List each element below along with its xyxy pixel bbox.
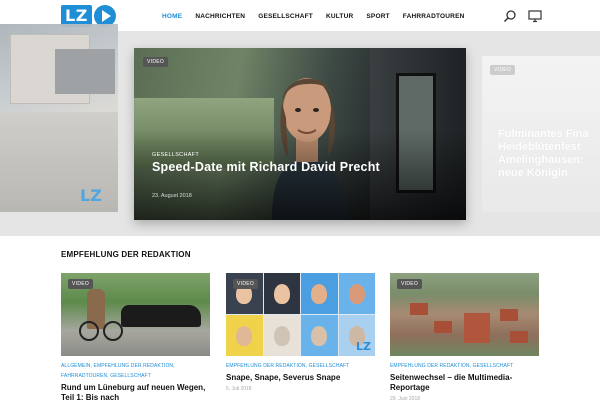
search-icon[interactable] [503, 9, 517, 23]
video-badge: VIDEO [68, 279, 94, 289]
category-link[interactable]: EMPFEHLUNG DER REDAKTION [226, 363, 306, 369]
card-categories: EMPFEHLUNG DER REDAKTION, GESELLSCHAFT [226, 363, 350, 369]
slide-title-line: Amelinghausen: [498, 154, 584, 166]
card-image[interactable]: VIDEO [61, 273, 210, 356]
lz-watermark: LZ [356, 340, 371, 353]
nav-item-fahrradtouren[interactable]: FAHRRADTOUREN [403, 13, 465, 20]
image-wheel [103, 321, 123, 341]
lz-watermark: LZ [80, 186, 102, 205]
image-church [464, 313, 490, 343]
section-title: EMPFEHLUNG DER REDAKTION [61, 250, 191, 259]
image-wheel [79, 321, 99, 341]
video-badge: VIDEO [397, 279, 423, 289]
main-nav: HOME NACHRICHTEN GESELLSCHAFT KULTUR SPO… [162, 0, 465, 32]
article-card[interactable]: VIDEO EMPFEHLUNG DER REDAKTION, GESELLSC… [390, 273, 539, 402]
hero-slide-previous[interactable]: LZ [0, 24, 118, 212]
nav-item-sport[interactable]: SPORT [366, 13, 389, 20]
image-roof [500, 309, 518, 321]
category-link[interactable]: GESELLSCHAFT [473, 363, 514, 369]
image-tile [301, 315, 338, 356]
image-roof [410, 303, 428, 315]
category-link[interactable]: GESELLSCHAFT [110, 373, 151, 379]
article-card[interactable]: VIDEO ALLGEMEIN, EMPFEHLUNG DER REDAKTIO… [61, 273, 210, 403]
slide-date: 23. August 2018 [152, 193, 192, 199]
tv-icon[interactable] [528, 9, 542, 23]
video-badge: VIDEO [490, 65, 516, 75]
category-link[interactable]: ALLGEMEIN [61, 363, 91, 369]
hero-slide-active[interactable]: VIDEO GESELLSCHAFT Speed-Date mit Richar… [134, 48, 466, 220]
image-roof [510, 331, 528, 343]
video-badge: VIDEO [143, 57, 169, 67]
hero-slide-next[interactable]: VIDEO Fulminantes Fina Heideblütenfest A… [482, 56, 600, 212]
card-date: 29. Juni 2018 [390, 396, 421, 402]
nav-item-nachrichten[interactable]: NACHRICHTEN [195, 13, 245, 20]
image-tile [263, 315, 300, 356]
slide-title-line: Heideblütenfest [498, 141, 581, 153]
card-image[interactable]: VIDEO LZ [226, 273, 375, 356]
nav-item-home[interactable]: HOME [162, 13, 182, 20]
card-title[interactable]: Snape, Snape, Severus Snape [226, 373, 375, 383]
category-link[interactable]: GESELLSCHAFT [309, 363, 350, 369]
card-image[interactable]: VIDEO [390, 273, 539, 356]
category-link[interactable]: EMPFEHLUNG DER REDAKTION [94, 363, 174, 369]
card-title[interactable]: Rund um Lüneburg auf neuen Wegen, Teil 1… [61, 383, 210, 403]
slide-title[interactable]: Speed-Date mit Richard David Precht [152, 160, 402, 175]
image-tile [338, 273, 375, 314]
image-tile [263, 273, 300, 314]
image-car [121, 305, 201, 327]
slide-title-line: Fulminantes Fina [498, 128, 589, 140]
nav-item-kultur[interactable]: KULTUR [326, 13, 353, 20]
image-roof [434, 321, 452, 333]
slide-fade-overlay [0, 24, 118, 212]
card-categories: ALLGEMEIN, EMPFEHLUNG DER REDAKTION, FAH… [61, 363, 175, 379]
card-categories: EMPFEHLUNG DER REDAKTION, GESELLSCHAFT [390, 363, 514, 369]
slide-category[interactable]: GESELLSCHAFT [152, 152, 199, 158]
category-link[interactable]: FAHRRADTOUREN [61, 373, 107, 379]
card-date: 5. Juli 2018 [226, 386, 252, 392]
slide-title[interactable]: Fulminantes Fina Heideblütenfest Ameling… [498, 128, 600, 180]
article-card[interactable]: VIDEO LZ EMPFEHLUNG DER REDAKTION, GESEL… [226, 273, 375, 392]
video-badge: VIDEO [233, 279, 259, 289]
slide-gradient-overlay [134, 130, 466, 220]
category-link[interactable]: EMPFEHLUNG DER REDAKTION [390, 363, 470, 369]
image-tile [301, 273, 338, 314]
card-title[interactable]: Seitenwechsel – die Multimedia-Reportage [390, 373, 539, 393]
slide-title-line: neue Königin [498, 167, 568, 179]
image-tile [226, 315, 263, 356]
nav-item-gesellschaft[interactable]: GESELLSCHAFT [258, 13, 313, 20]
